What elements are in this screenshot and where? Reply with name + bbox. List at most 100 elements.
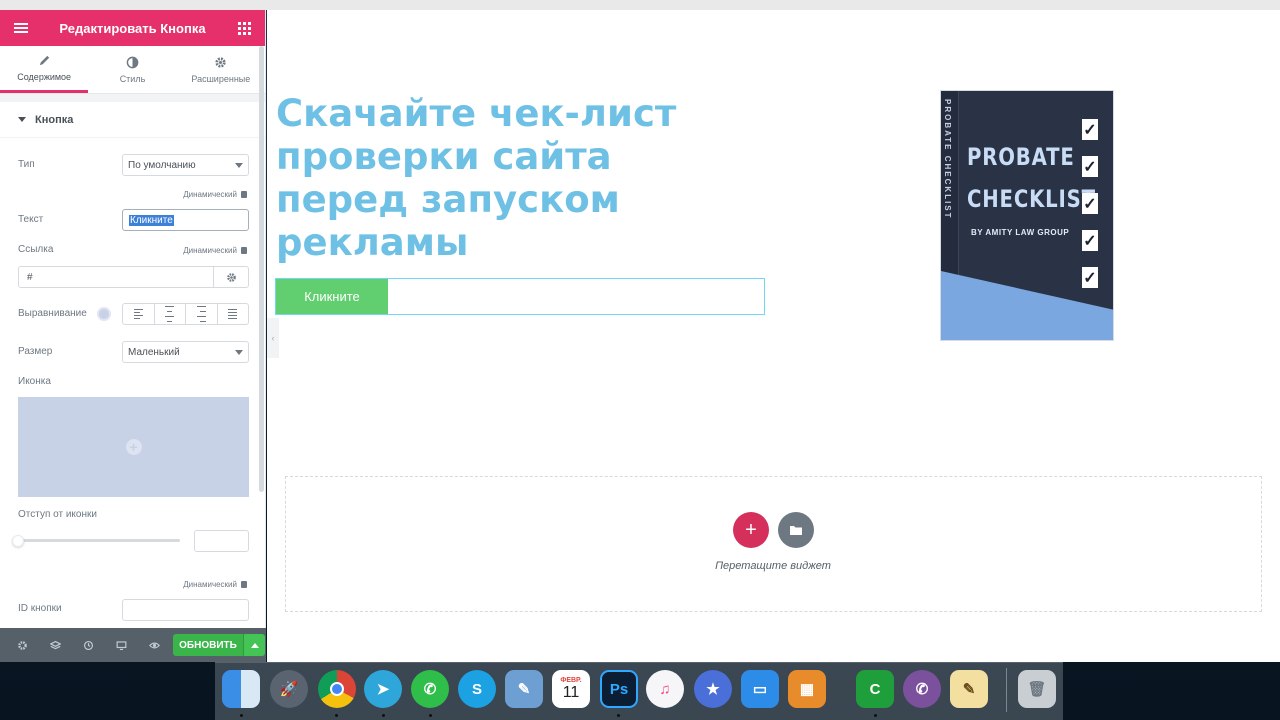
type-select-value: По умолчанию [128,159,196,171]
slider-handle[interactable] [12,535,24,547]
section-button-toggle[interactable]: Кнопка [0,102,265,138]
dynamic-label: Динамический [183,190,237,199]
dock-running-indicator [382,714,385,717]
icon-label: Иконка [18,376,51,387]
folder-icon [790,526,802,535]
align-center-button[interactable] [155,304,186,324]
notes-icon[interactable]: ✎ [950,670,988,708]
book-spine-text: PROBATE CHECKLIST [943,99,952,220]
preview-icon[interactable]: ✎ [505,670,543,708]
camtasia-icon[interactable]: C [856,670,894,708]
panel-footer: ОБНОВИТЬ [0,628,266,662]
button-id-input[interactable] [122,599,249,621]
trash-icon[interactable]: 🗑 [1018,670,1056,708]
preview-button[interactable]: Кликните [276,279,388,314]
book-checkboxes: ✓ ✓ ✓ ✓ ✓ [1082,119,1098,288]
section-title: Кнопка [35,113,74,126]
book-byline: BY AMITY LAW GROUP [971,228,1070,237]
calendar-day: 11 [562,683,580,701]
panel-title: Редактировать Кнопка [59,20,206,36]
icon-spacing-slider[interactable] [20,539,180,542]
link-input[interactable]: # [18,266,249,288]
chevron-down-icon [235,162,243,168]
align-left-button[interactable] [123,304,155,324]
widget-drop-area[interactable] [285,476,1262,612]
icon-picker[interactable]: + [18,397,249,497]
itunes-icon[interactable]: ♫ [646,670,684,708]
checkmark-icon: ✓ [1082,267,1098,288]
calendar-icon[interactable]: ФЕВР. 11 [552,670,590,708]
align-right-button[interactable] [186,304,218,324]
responsive-desktop-icon[interactable] [97,307,111,321]
text-label: Текст [18,214,44,225]
widgets-grid-icon[interactable] [235,19,253,37]
checkmark-icon: ✓ [1082,156,1098,177]
collapse-panel-button[interactable]: ‹ [267,318,279,358]
tab-style-label: Стиль [119,73,146,84]
checkmark-icon: ✓ [1082,193,1098,214]
chrome-icon[interactable] [318,670,356,708]
dock-separator [1006,668,1007,712]
dock-running-indicator [429,714,432,717]
telegram-icon[interactable]: ➤ [364,670,402,708]
dynamic-tags-button[interactable]: Динамический [183,190,247,199]
dock-running-indicator [240,714,243,717]
dynamic-label: Динамический [183,580,237,589]
icon-spacing-label: Отступ от иконки [18,509,97,520]
add-template-button[interactable] [778,512,814,548]
dynamic-tags-button-id[interactable]: Динамический [183,580,247,589]
imovie-icon[interactable]: ★ [694,670,732,708]
checklist-book-image[interactable]: PROBATE CHECKLIST PROBATE CHECKLIST BY A… [940,90,1114,341]
history-icon[interactable] [72,628,105,662]
gear-icon [215,56,226,68]
dynamic-label: Динамический [183,246,237,255]
viber-icon[interactable]: ✆ [903,670,941,708]
keynote-icon[interactable]: ▭ [741,670,779,708]
preview-eye-icon[interactable] [138,628,171,662]
database-icon [241,581,247,588]
settings-gear-icon[interactable] [6,628,39,662]
finder-icon[interactable] [222,670,260,708]
database-icon [241,191,247,198]
pencil-icon [39,55,49,66]
tab-content[interactable]: Содержимое [0,46,89,93]
tab-style[interactable]: Стиль [88,46,176,93]
responsive-mode-icon[interactable] [105,628,138,662]
tab-content-label: Содержимое [17,72,72,82]
alignment-label: Выравнивание [18,308,87,319]
dock-running-indicator [335,714,338,717]
dock-running-indicator [617,714,620,717]
button-widget[interactable]: Кликните [275,278,765,315]
divider [0,94,265,102]
icon-spacing-input[interactable] [194,530,249,552]
type-select[interactable]: По умолчанию [122,154,249,176]
tab-advanced[interactable]: Расширенные [177,46,265,93]
alignment-control [122,303,249,325]
drop-widget-hint: Перетащите виджет [715,560,831,572]
link-options-gear-icon[interactable] [213,267,248,287]
browser-top-strip [0,0,1280,10]
text-input[interactable]: Кликните [122,209,249,231]
size-select-value: Маленький [128,346,180,358]
panel-header: Редактировать Кнопка [0,10,265,46]
page-headline[interactable]: Скачайте чек-лист проверки сайта перед з… [276,92,746,264]
dock-running-indicator [874,714,877,717]
launchpad-icon[interactable]: 🚀 [270,670,308,708]
dynamic-tags-button-link[interactable]: Динамический [183,246,247,255]
text-input-value: Кликните [129,214,174,226]
skype-icon[interactable]: S [458,670,496,708]
size-select[interactable]: Маленький [122,341,249,363]
calculator-icon[interactable]: ▦ [788,670,826,708]
whatsapp-icon[interactable]: ✆ [411,670,449,708]
caret-up-icon [250,642,259,648]
panel-scrollbar[interactable] [259,46,264,492]
add-section-button[interactable]: + [733,512,769,548]
checkmark-icon: ✓ [1082,119,1098,140]
update-options-button[interactable] [243,634,265,656]
align-justify-button[interactable] [218,304,249,324]
update-button[interactable]: ОБНОВИТЬ [173,634,243,656]
book-title-line1: PROBATE [967,143,1075,171]
menu-icon[interactable] [12,19,30,37]
photoshop-icon[interactable]: Ps [600,670,638,708]
navigator-layers-icon[interactable] [39,628,72,662]
